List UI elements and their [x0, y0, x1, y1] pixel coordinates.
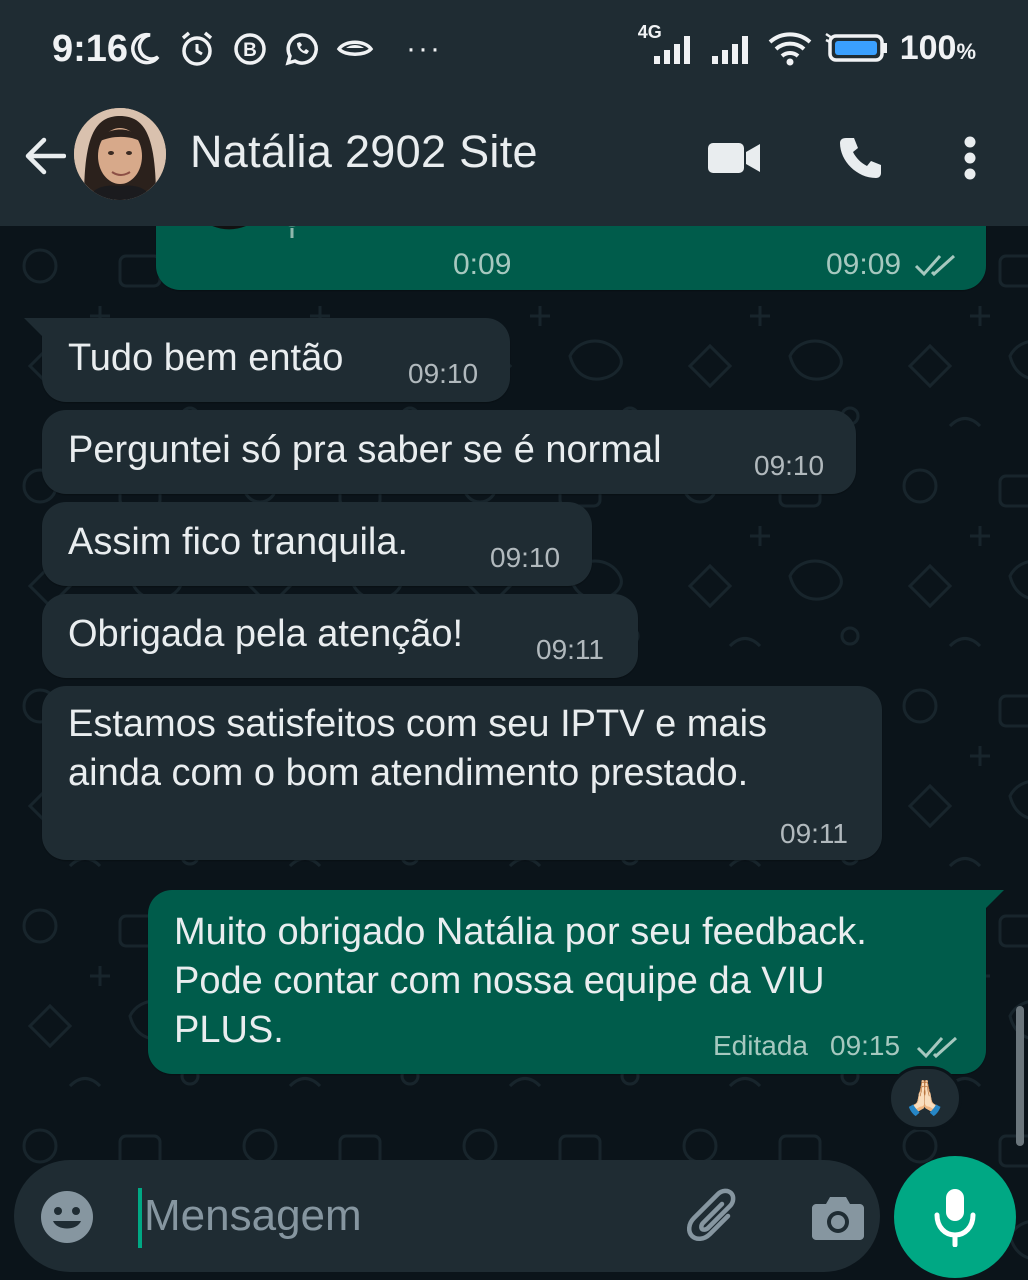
outgoing-message[interactable]: Muito obrigado Natália por seu feedback.…: [148, 890, 986, 1074]
battery-unit: %: [956, 38, 976, 64]
message-composer: [14, 1160, 880, 1272]
incoming-message[interactable]: Obrigada pela atenção! 09:11: [42, 594, 638, 678]
video-call-icon: [708, 143, 760, 173]
whatsapp-icon: [284, 31, 320, 67]
overflow-menu-icon: [964, 136, 976, 180]
message-time: 09:11: [780, 818, 848, 849]
incoming-message[interactable]: Tudo bem então 09:10: [42, 318, 510, 402]
voice-message-bubble[interactable]: 0:09 09:09: [156, 226, 986, 290]
app-bar: 9:16 B ··· 4G 100% Natália 2902 Site: [0, 0, 1028, 226]
system-icons: 4G 100%: [638, 22, 976, 68]
bubble-tail: [982, 890, 1004, 912]
contact-name[interactable]: Natália 2902 Site: [190, 126, 538, 178]
message-text: Obrigada pela atenção!: [68, 613, 464, 655]
more-dots-icon: ···: [406, 32, 442, 65]
status-time: 9:16: [52, 28, 129, 70]
mic-icon: [934, 1189, 976, 1247]
folded-hands-icon: 🙏🏻: [903, 1079, 947, 1117]
read-ticks-icon: [914, 254, 956, 277]
message-time: 09:10: [754, 450, 825, 481]
message-time: 09:10: [490, 542, 561, 573]
message-time: 09:10: [408, 358, 479, 389]
voice-call-icon: [840, 138, 881, 178]
text-cursor: [138, 1188, 142, 1248]
battery-icon: [824, 28, 890, 68]
incoming-message[interactable]: Perguntei só pra saber se é normal 09:10: [42, 410, 856, 494]
notification-icons: B ···: [128, 30, 442, 68]
message-text: Perguntei só pra saber se é normal: [68, 429, 662, 471]
back-arrow-icon: [25, 137, 66, 175]
edited-label: Editada: [713, 1030, 808, 1061]
video-call-button[interactable]: [704, 128, 764, 188]
avatar[interactable]: [74, 108, 166, 200]
moon-icon: [128, 31, 162, 67]
reaction-badge[interactable]: 🙏🏻: [888, 1066, 962, 1130]
b-badge-icon: B: [232, 31, 268, 67]
chat-header: Natália 2902 Site: [0, 100, 1028, 226]
voice-record-button[interactable]: [894, 1156, 1016, 1278]
message-time: 09:11: [536, 634, 604, 665]
incoming-message[interactable]: Estamos satisfeitos com seu IPTV e mais …: [42, 686, 882, 860]
message-time: 09:15: [830, 1030, 901, 1061]
alarm-icon: [178, 30, 216, 68]
back-button[interactable]: [18, 130, 70, 182]
message-time: 09:09: [826, 248, 902, 281]
paperclip-icon[interactable]: [684, 1186, 746, 1248]
signal-4g-icon: 4G: [638, 22, 698, 68]
chat-area[interactable]: 0:09 09:09 Tudo bem então 09:10 Pergunte…: [0, 226, 1028, 1280]
scrollbar[interactable]: [1016, 1006, 1024, 1146]
bubble-tail: [24, 318, 46, 340]
message-text: Assim fico tranquila.: [68, 521, 409, 563]
voice-avatar-icon: [212, 226, 246, 230]
camera-icon[interactable]: [808, 1188, 868, 1248]
voice-duration: 0:09: [453, 248, 512, 281]
mic-icon: [288, 226, 296, 238]
wifi-icon: [766, 28, 814, 68]
message-text: Tudo bem então: [68, 337, 344, 379]
voice-call-button[interactable]: [830, 128, 890, 188]
network-label: 4G: [637, 22, 662, 42]
read-ticks-icon: [916, 1036, 958, 1059]
emoji-icon[interactable]: [38, 1188, 96, 1246]
incoming-message[interactable]: Assim fico tranquila. 09:10: [42, 502, 592, 586]
eye-icon: [336, 34, 374, 64]
status-bar: 9:16 B ··· 4G 100%: [0, 0, 1028, 100]
signal-icon: [708, 28, 756, 68]
battery-percent: 100%: [899, 28, 976, 67]
message-input[interactable]: [144, 1184, 664, 1248]
svg-text:B: B: [243, 40, 257, 61]
message-text: Estamos satisfeitos com seu IPTV e mais …: [68, 703, 768, 794]
overflow-menu-button[interactable]: [940, 128, 1000, 188]
